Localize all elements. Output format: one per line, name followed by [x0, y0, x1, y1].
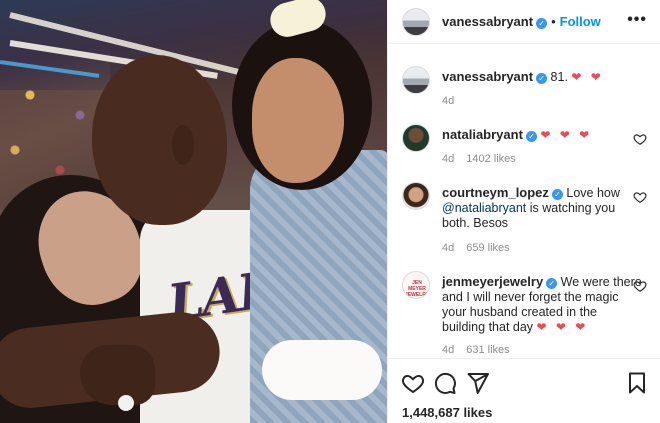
post-side-panel: vanessabryant ✓ • Follow ••• vanessabryant ✓…	[387, 0, 660, 423]
heart-emojis: ❤ ❤	[571, 70, 604, 84]
comment-body: vanessabryant ✓ 81. ❤ ❤	[442, 69, 642, 85]
commenter-username[interactable]: nataliabryant	[442, 127, 523, 142]
comment-like-heart-icon[interactable]	[633, 132, 647, 146]
speech-bubble-icon[interactable]	[433, 371, 457, 395]
author-line: vanessabryant ✓ • Follow	[442, 14, 601, 29]
post-like-count[interactable]: 1,448,687 likes	[402, 405, 492, 420]
comment-like-count[interactable]: 1402 likes	[466, 153, 516, 165]
comment-text: Love how	[566, 186, 620, 200]
heart-outline-icon[interactable]	[401, 371, 425, 395]
comment-text: 81.	[550, 70, 568, 84]
verified-badge-icon: ✓	[536, 18, 548, 29]
girl-sleeve	[262, 340, 382, 400]
comment: JEN MEYER JEWELRY jenmeyerjewelry ✓ We we…	[402, 271, 647, 357]
heart-emojis: ❤ ❤ ❤	[540, 128, 593, 142]
separator-dot: •	[551, 14, 556, 29]
commenter-username[interactable]: vanessabryant	[442, 69, 533, 84]
commenter-avatar[interactable]	[402, 182, 430, 210]
post-header: vanessabryant ✓ • Follow •••	[388, 0, 660, 44]
comment-age: 4d	[442, 344, 455, 356]
comment-like-count[interactable]: 659 likes	[466, 242, 509, 254]
bracelet	[118, 395, 134, 411]
commenter-avatar[interactable]	[402, 124, 430, 152]
follow-button[interactable]: Follow	[560, 14, 601, 29]
author-avatar[interactable]	[402, 8, 430, 36]
comment-body: nataliabryant ✓ ❤ ❤ ❤	[442, 127, 642, 143]
comment-meta: 4d	[442, 95, 454, 107]
caption: vanessabryant ✓ 81. ❤ ❤ 4d	[402, 66, 647, 110]
comment-meta: 4d 659 likes	[442, 242, 510, 254]
brand-logo-text: JEN MEYER JEWELRY	[405, 280, 429, 298]
comment-age: 4d	[442, 242, 455, 254]
comment-age: 4d	[442, 153, 455, 165]
comment-meta: 4d 1402 likes	[442, 153, 516, 165]
paper-plane-icon[interactable]	[466, 371, 490, 395]
comment-body: courtneym_lopez ✓ Love how @nataliabryant…	[442, 185, 642, 231]
commenter-username[interactable]: courtneym_lopez	[442, 185, 549, 200]
verified-badge-icon: ✓	[551, 189, 563, 200]
hand	[80, 345, 155, 405]
verified-badge-icon: ✓	[546, 278, 558, 289]
comment-like-heart-icon[interactable]	[633, 279, 647, 293]
heart-emojis: ❤ ❤ ❤	[536, 320, 589, 334]
bookmark-icon[interactable]	[625, 371, 649, 395]
post-photo[interactable]: LAK	[0, 0, 387, 423]
verified-badge-icon: ✓	[536, 73, 548, 84]
commenter-avatar[interactable]	[402, 66, 430, 94]
comment-age: 4d	[442, 95, 455, 107]
commenter-avatar[interactable]: JEN MEYER JEWELRY	[402, 271, 430, 299]
comment-meta: 4d 631 likes	[442, 344, 510, 356]
comment-body: jenmeyerjewelry ✓ We were there and I wil…	[442, 274, 642, 335]
instagram-post: LAK vanessabryant ✓ • Follow ••• vanessabry…	[0, 0, 660, 423]
verified-badge-icon: ✓	[525, 131, 537, 142]
comment: courtneym_lopez ✓ Love how @nataliabryant…	[402, 182, 647, 258]
man-figure	[92, 55, 227, 225]
author-username[interactable]: vanessabryant	[442, 14, 533, 29]
comment-like-heart-icon[interactable]	[633, 190, 647, 204]
commenter-username[interactable]: jenmeyerjewelry	[442, 274, 543, 289]
girl-face	[252, 58, 344, 183]
post-actions: 1,448,687 likes	[388, 358, 660, 423]
comment-like-count[interactable]: 631 likes	[466, 344, 509, 356]
man-ear	[172, 125, 194, 165]
comment: nataliabryant ✓ ❤ ❤ ❤ 4d 1402 likes	[402, 124, 647, 168]
more-options-icon[interactable]: •••	[627, 11, 647, 29]
user-mention-link[interactable]: @nataliabryant	[442, 201, 526, 215]
